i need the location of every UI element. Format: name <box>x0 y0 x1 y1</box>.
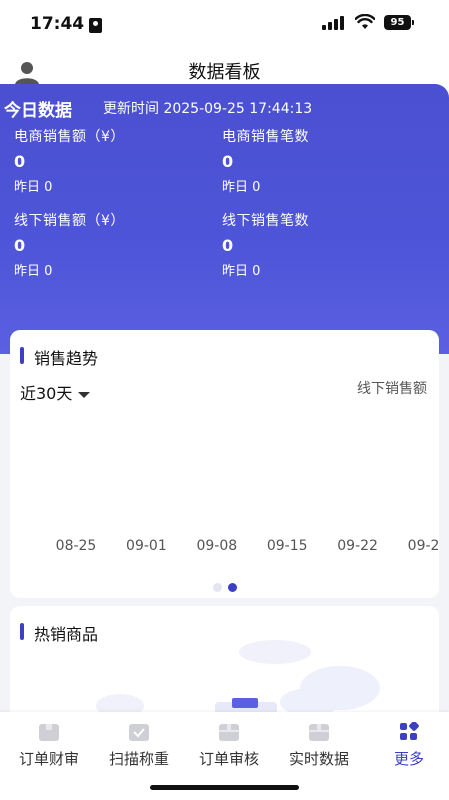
tab-order-review[interactable]: 订单审核 <box>184 722 274 769</box>
metric-label: 线下销售笔数 <box>222 213 309 229</box>
tab-order-finance[interactable]: 订单财审 <box>4 722 94 769</box>
scan-box-icon <box>129 724 149 741</box>
metric-value: 0 <box>14 236 26 255</box>
sales-trend-title: 销售趋势 <box>20 345 98 369</box>
metric-yesterday: 昨日 0 <box>222 264 261 279</box>
today-data-title: 今日数据 <box>4 101 72 121</box>
box-icon <box>39 724 59 741</box>
sales-trend-card: 销售趋势 近30天 线下销售额 08-25 09-01 09-08 09-15 09-2… <box>10 330 439 598</box>
metric-offline-sales: 线下销售额（¥） 0 昨日 0 <box>14 210 214 279</box>
metric-label: 电商销售笔数 <box>222 129 309 145</box>
grid-more-icon <box>400 722 419 740</box>
update-time: 更新时间 2025-09-25 17:44:13 <box>103 101 313 117</box>
home-indicator <box>150 785 299 790</box>
box-chart-icon <box>309 724 329 741</box>
metric-value: 0 <box>14 152 26 171</box>
metric-value: 0 <box>222 152 234 171</box>
x-tick-label: 09-22 <box>337 538 378 554</box>
metric-label: 电商销售额（¥） <box>14 129 125 145</box>
x-tick-label: 08-25 <box>56 538 97 554</box>
wifi-icon <box>355 14 375 29</box>
tab-scan-weigh[interactable]: 扫描称重 <box>94 722 184 769</box>
sales-trend-chart: 08-25 09-01 09-08 09-15 09-22 09-24 <box>56 538 439 554</box>
chart-pager <box>10 577 439 596</box>
status-bar: 17:44 95 <box>0 0 449 50</box>
metric-value: 0 <box>222 236 234 255</box>
metric-ecommerce-sales: 电商销售额（¥） 0 昨日 0 <box>14 126 214 195</box>
chart-series-label: 线下销售额 <box>357 381 427 397</box>
tab-label: 扫描称重 <box>108 750 169 768</box>
x-tick-label: 09-15 <box>267 538 308 554</box>
contact-card-icon <box>89 18 102 33</box>
metric-label: 线下销售额（¥） <box>14 213 125 229</box>
pager-dot-active[interactable] <box>227 583 237 592</box>
metric-ecommerce-orders: 电商销售笔数 0 昨日 0 <box>222 126 422 195</box>
date-range-value: 近30天 <box>20 384 73 403</box>
pager-dot[interactable] <box>212 583 222 592</box>
tab-label: 订单审核 <box>198 750 259 768</box>
page-title: 数据看板 <box>188 62 261 83</box>
metric-yesterday: 昨日 0 <box>222 180 261 195</box>
metric-offline-orders: 线下销售笔数 0 昨日 0 <box>222 210 422 279</box>
metric-yesterday: 昨日 0 <box>14 264 53 279</box>
today-data-panel: 今日数据 更新时间 2025-09-25 17:44:13 电商销售额（¥） 0… <box>0 84 449 354</box>
x-tick-label: 09-08 <box>196 538 237 554</box>
battery-icon: 95 <box>384 15 414 30</box>
date-range-dropdown[interactable]: 近30天 <box>20 380 91 404</box>
box-check-icon <box>219 724 239 741</box>
x-tick-label: 09-01 <box>126 538 167 554</box>
x-tick-label: 09-24 <box>408 538 439 554</box>
tab-realtime-data[interactable]: 实时数据 <box>274 722 364 769</box>
cellular-signal-icon <box>322 16 346 30</box>
tab-label: 实时数据 <box>288 750 349 768</box>
tab-label: 订单财审 <box>18 750 79 768</box>
tab-label: 更多 <box>393 750 424 768</box>
metric-yesterday: 昨日 0 <box>14 180 53 195</box>
status-time: 17:44 <box>30 14 85 34</box>
tab-more[interactable]: 更多 <box>364 722 449 769</box>
caret-down-icon <box>78 391 91 398</box>
